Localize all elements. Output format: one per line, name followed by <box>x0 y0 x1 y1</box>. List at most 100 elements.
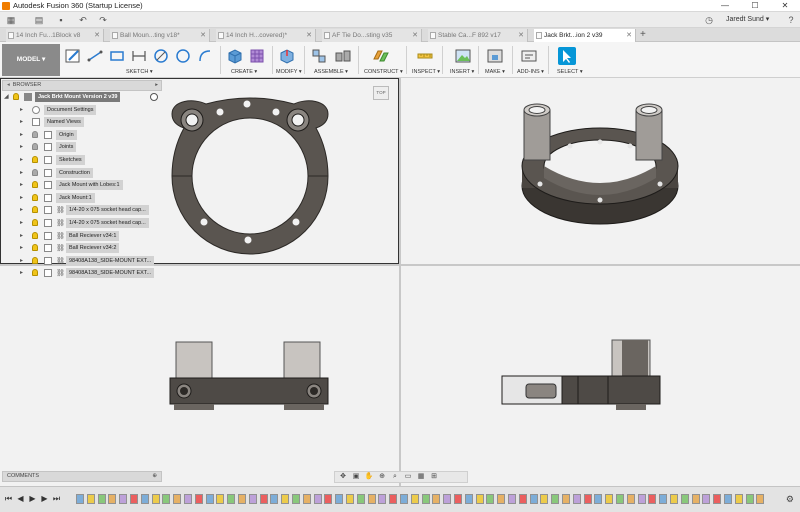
browser-header[interactable]: ◂ BROWSER ▸ <box>2 80 162 91</box>
browser-item[interactable]: ▸ ⛓ 98408A138_SIDE-MOUNT EXT... <box>2 267 162 280</box>
timeline-settings-gear-icon[interactable]: ⚙ <box>786 494 794 505</box>
timeline-feature-icon[interactable] <box>637 494 646 504</box>
timeline-feature-icon[interactable] <box>432 494 441 504</box>
timeline-feature-icon[interactable] <box>184 494 192 504</box>
timeline-feature-icon[interactable] <box>335 494 344 504</box>
timeline-feature-icon[interactable] <box>140 494 149 504</box>
new-component-icon[interactable] <box>310 47 328 65</box>
close-tab-icon[interactable]: ✕ <box>412 29 418 42</box>
right-view-model[interactable] <box>496 334 666 414</box>
browser-item[interactable]: ▸ Origin <box>2 129 162 142</box>
document-tab[interactable]: Ball Moun...ting v18* ✕ <box>110 29 210 42</box>
expand-arrow-icon[interactable]: ◢ <box>4 93 10 100</box>
timeline-feature-icon[interactable] <box>734 494 743 504</box>
browser-item[interactable]: ▸ ⛓ 1/4-20 x 075 socket head cap... <box>2 217 162 230</box>
minimize-button[interactable]: — <box>710 0 740 12</box>
browser-item-label[interactable]: Joints <box>56 142 77 153</box>
modify-group-label[interactable]: MODIFY ▾ <box>276 69 302 75</box>
timeline-feature-icon[interactable] <box>248 494 257 504</box>
timeline-feature-icon[interactable] <box>551 494 560 504</box>
visibility-bulb-icon[interactable] <box>32 193 38 201</box>
scripts-add-ins-icon[interactable] <box>520 47 538 65</box>
create-sketch-icon[interactable] <box>64 47 82 65</box>
assemble-group-label[interactable]: ASSEMBLE ▾ <box>314 69 348 75</box>
browser-item[interactable]: ▸ Sketches <box>2 154 162 167</box>
timeline-feature-icon[interactable] <box>205 494 214 504</box>
visibility-bulb-icon[interactable] <box>32 206 38 214</box>
browser-item[interactable]: ▸ ⛓ Ball Reciever v34:2 <box>2 242 162 255</box>
timeline-feature-icon[interactable] <box>464 494 473 504</box>
close-tab-icon[interactable]: ✕ <box>200 29 206 42</box>
browser-item[interactable]: ▸ Construction <box>2 167 162 180</box>
expand-arrow-icon[interactable]: ▸ <box>20 156 26 163</box>
visibility-bulb-icon[interactable] <box>32 218 38 226</box>
display-settings-icon[interactable]: ▭ <box>403 473 413 481</box>
document-tab[interactable]: Stable Ca...F 892 v17 ✕ <box>428 29 528 42</box>
close-button[interactable]: ✕ <box>770 0 800 12</box>
visibility-bulb-icon[interactable] <box>32 155 38 163</box>
close-tab-icon[interactable]: ✕ <box>94 29 100 42</box>
close-tab-icon[interactable]: ✕ <box>518 29 524 42</box>
data-panel-grid-icon[interactable]: ▦ <box>6 15 16 25</box>
browser-item[interactable]: ▸ Named Views <box>2 116 162 129</box>
timeline-feature-icon[interactable] <box>389 494 398 504</box>
timeline-feature-icon[interactable] <box>378 494 387 504</box>
timeline-feature-icon[interactable] <box>216 494 225 504</box>
close-tab-icon[interactable]: ✕ <box>306 29 312 42</box>
timeline-feature-icon[interactable] <box>572 494 581 504</box>
sketch-group-label[interactable]: SKETCH ▾ <box>126 69 153 75</box>
timeline-feature-icon[interactable] <box>151 494 160 504</box>
press-pull-icon[interactable] <box>278 47 296 65</box>
front-view-model[interactable] <box>160 334 340 414</box>
browser-item-label[interactable]: Ball Reciever v34:1 <box>66 230 120 241</box>
add-comment-icon[interactable]: ⊕ <box>152 472 157 481</box>
timeline-feature-icon[interactable] <box>270 494 279 504</box>
timeline-feature-icon[interactable] <box>324 494 333 504</box>
expand-arrow-icon[interactable]: ▸ <box>20 219 26 226</box>
timeline-feature-icon[interactable] <box>302 494 311 504</box>
browser-item[interactable]: ▸ Jack Mount with Lobes:1 <box>2 179 162 192</box>
timeline-feature-icon[interactable] <box>756 494 765 504</box>
rectangle-tool-icon[interactable] <box>108 47 126 65</box>
viewports-icon[interactable]: ⊞ <box>429 473 439 481</box>
browser-item-label[interactable]: Document Settings <box>44 104 97 115</box>
timeline-feature-icon[interactable] <box>648 494 657 504</box>
document-tab[interactable]: 14 Inch Fu...1Block v8 ✕ <box>6 29 104 42</box>
create-group-label[interactable]: CREATE ▾ <box>231 69 257 75</box>
browser-item[interactable]: ▸ ⛓ 1/4-20 x 075 socket head cap... <box>2 204 162 217</box>
insert-group-label[interactable]: INSERT ▾ <box>450 69 474 75</box>
visibility-bulb-icon[interactable] <box>32 231 38 239</box>
timeline-feature-icon[interactable] <box>410 494 419 504</box>
look-at-icon[interactable]: ▣ <box>351 473 361 481</box>
undo-icon[interactable]: ↶ <box>78 15 88 25</box>
timeline-feature-icon[interactable] <box>367 494 376 504</box>
timeline-feature-icon[interactable] <box>713 494 722 504</box>
circle-tool-icon[interactable] <box>152 47 170 65</box>
timeline-feature-icon[interactable] <box>238 494 246 504</box>
comments-panel[interactable]: COMMENTS ⊕ <box>2 471 162 482</box>
help-icon[interactable]: ? <box>786 15 796 25</box>
timeline-feature-icon[interactable] <box>486 494 495 504</box>
fit-icon[interactable]: ⌕ <box>390 473 400 481</box>
visibility-bulb-icon[interactable] <box>32 244 38 252</box>
visibility-bulb-icon[interactable] <box>32 143 38 151</box>
dimension-tool-icon[interactable] <box>130 47 148 65</box>
visibility-bulb-icon[interactable] <box>32 269 38 277</box>
browser-item-label[interactable]: Jack Mount with Lobes:1 <box>56 180 123 191</box>
visibility-bulb-icon[interactable] <box>32 256 38 264</box>
3d-print-icon[interactable] <box>486 47 504 65</box>
timeline-feature-icon[interactable] <box>529 494 538 504</box>
select-group-label[interactable]: SELECT ▾ <box>557 69 583 75</box>
measure-icon[interactable] <box>416 47 434 65</box>
timeline-feature-icon[interactable] <box>724 494 732 504</box>
make-group-label[interactable]: MAKE ▾ <box>485 69 505 75</box>
user-account-menu[interactable]: Jaredt Sund ▾ <box>726 15 769 23</box>
timeline-feature-icon[interactable] <box>97 494 106 504</box>
document-tab-active[interactable]: Jack Brkt...ion 2 v39 ✕ <box>534 29 636 42</box>
timeline-feature-icon[interactable] <box>616 494 624 504</box>
browser-item[interactable]: ▸ Document Settings <box>2 104 162 117</box>
browser-item[interactable]: ▸ Jack Mount:1 <box>2 192 162 205</box>
document-tab[interactable]: 14 Inch H...covered)* ✕ <box>216 29 316 42</box>
workspace-switcher[interactable]: MODEL ▾ <box>2 44 60 76</box>
timeline-feature-icon[interactable] <box>562 494 570 504</box>
